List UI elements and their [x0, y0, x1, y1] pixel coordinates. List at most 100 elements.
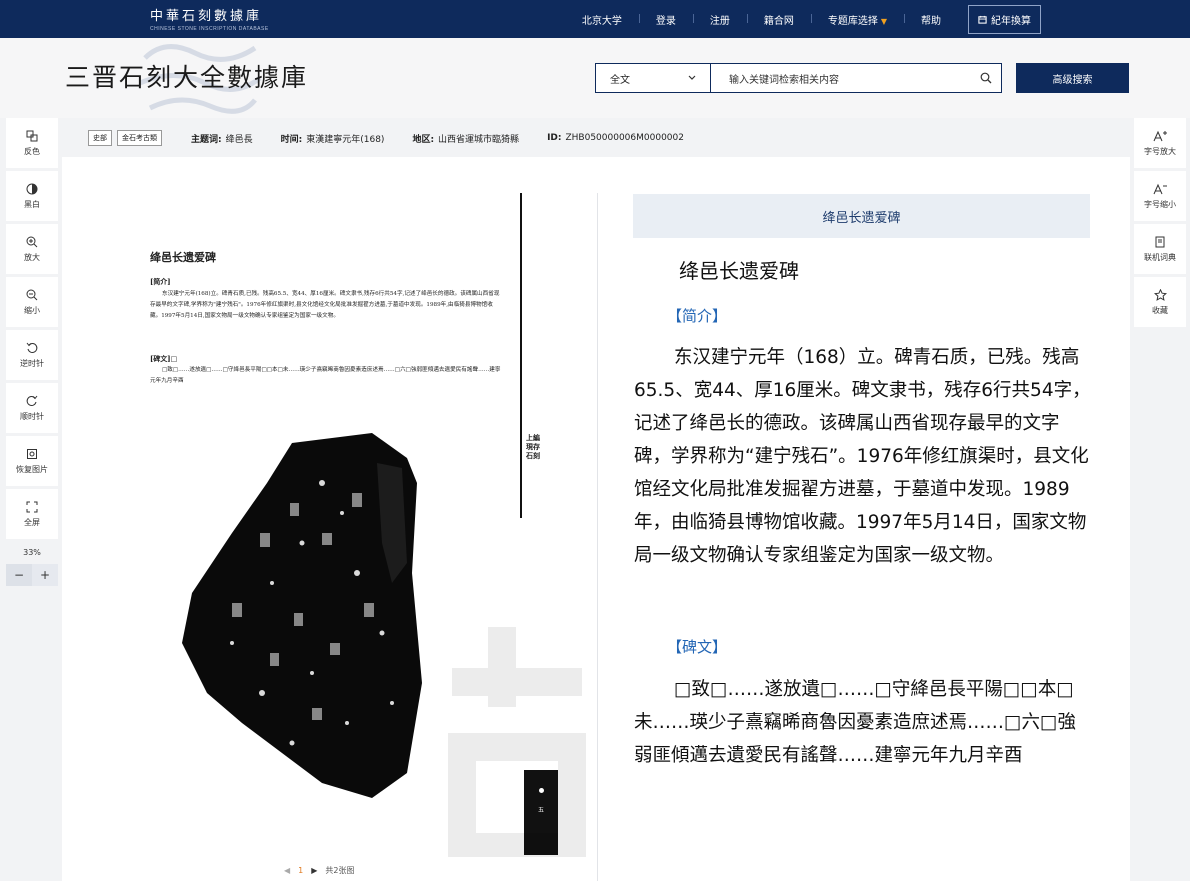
- zoom-in-button[interactable]: 放大: [6, 224, 58, 274]
- zoom-out-label: 缩小: [24, 305, 40, 315]
- rotate-cw-button[interactable]: 顺时针: [6, 383, 58, 433]
- advanced-search-button[interactable]: 高级搜索: [1016, 63, 1129, 93]
- dictionary-label: 联机词典: [1144, 252, 1176, 262]
- time-value: 東漢建寧元年(168): [306, 134, 385, 145]
- fullscreen-icon: [26, 501, 38, 512]
- calendar-convert-button[interactable]: 紀年換算: [968, 4, 1041, 34]
- zoom-in-icon: [26, 236, 38, 247]
- total-pages: 共2张图: [325, 866, 355, 875]
- page-intro-text: 东汉建宁元年(168)立。碑青石质,已残。残高65.5、宽44、厚16厘米。碑文…: [150, 291, 500, 319]
- zoom-minus-button[interactable]: −: [6, 564, 32, 586]
- nav-item-register[interactable]: 注册: [692, 12, 747, 27]
- inscription-heading: 【碑文】: [667, 638, 728, 656]
- nav-item-pku[interactable]: 北京大学: [565, 12, 639, 27]
- restore-image-label: 恢复图片: [16, 464, 48, 474]
- logo-subtext: CHINESE STONE INSCRIPTION DATABASE: [150, 26, 269, 32]
- page-side-label: 上編 現存石刻: [526, 433, 540, 460]
- page-title: 绛邑长遗爱碑: [150, 251, 216, 264]
- subject-field: 主题词: 绛邑長: [191, 132, 253, 145]
- prev-page-icon[interactable]: ◀: [284, 866, 290, 875]
- grayscale-label: 黑白: [24, 199, 40, 209]
- nav-item-jihe[interactable]: 籍合网: [746, 12, 811, 27]
- nav-item-topic-select[interactable]: 专题库选择 ▼: [810, 12, 904, 27]
- zoom-percentage: 33%: [23, 548, 41, 557]
- text-panel-header: 绛邑长遗爱碑: [633, 194, 1090, 238]
- page-inscription-heading: [碑文]□: [150, 354, 178, 363]
- top-nav-bar: 中華石刻數據庫 CHINESE STONE INSCRIPTION DATABA…: [0, 0, 1190, 38]
- restore-image-button[interactable]: 恢复图片: [6, 436, 58, 486]
- dictionary-button[interactable]: 联机词典: [1134, 224, 1186, 274]
- rotate-ccw-button[interactable]: 逆时针: [6, 330, 58, 380]
- inscription-text: □致□……遂放遺□……□守絳邑長平陽□□本□未……瑛少子熹竊晞商魯因憂素造庶述焉…: [634, 679, 1076, 766]
- search-bar: 全文 输入关键词检索相关内容: [595, 63, 1002, 93]
- next-page-icon[interactable]: ▶: [311, 866, 317, 875]
- invert-color-icon: [26, 130, 38, 141]
- calendar-icon: [978, 15, 987, 24]
- page-inscription-text: □致□……遂放遺□……□守絳邑長平陽□□本□未……瑛少子熹竊晞商魯因憂素造庶述焉…: [150, 367, 501, 384]
- stone-rubbing-image: [182, 433, 422, 798]
- content-panel: 绛邑长遗爱碑 [简介] 东汉建宁元年(168)立。碑青石质,已残。残高65.5、…: [62, 157, 1130, 881]
- id-label: ID:: [547, 133, 562, 143]
- region-value: 山西省運城市臨猗縣: [438, 134, 520, 145]
- font-decrease-button[interactable]: 字号缩小: [1134, 171, 1186, 221]
- metadata-bar: 史部 金石考古類 主题词: 绛邑長 时间: 東漢建寧元年(168) 地区: 山西省運城…: [62, 120, 1130, 156]
- invert-color-label: 反色: [24, 146, 40, 156]
- category-tag[interactable]: 史部: [88, 130, 112, 146]
- region-label: 地区:: [412, 134, 435, 145]
- restore-image-icon: [27, 448, 37, 459]
- current-page-number: 1: [298, 866, 304, 875]
- logo-text: 中華石刻數據庫: [150, 9, 263, 24]
- page-intro-heading: [简介]: [150, 277, 171, 286]
- fullscreen-button[interactable]: 全屏: [6, 489, 58, 539]
- chevron-down-icon: [688, 75, 696, 80]
- search-scope-value: 全文: [610, 74, 630, 86]
- favorite-button[interactable]: 收藏: [1134, 277, 1186, 327]
- zoom-stepper: − +: [6, 564, 58, 586]
- star-icon: [1153, 288, 1167, 301]
- fullscreen-label: 全屏: [24, 517, 40, 527]
- grayscale-button[interactable]: 黑白: [6, 171, 58, 221]
- zoom-out-icon: [26, 289, 38, 300]
- site-logo[interactable]: 中華石刻數據庫 CHINESE STONE INSCRIPTION DATABA…: [150, 5, 269, 32]
- page-rule: [520, 193, 522, 518]
- font-decrease-label: 字号缩小: [1144, 199, 1176, 209]
- zoom-in-label: 放大: [24, 252, 40, 262]
- background-watermark-icon: [448, 627, 586, 857]
- search-button[interactable]: [971, 64, 1001, 92]
- rotate-ccw-icon: [26, 342, 38, 353]
- caret-down-icon: ▼: [880, 16, 887, 26]
- topic-select-label: 专题库选择: [827, 15, 878, 27]
- search-scope-select[interactable]: 全文: [596, 64, 711, 92]
- category-tag[interactable]: 金石考古類: [117, 130, 162, 146]
- rotate-ccw-label: 逆时针: [20, 358, 44, 368]
- favorite-label: 收藏: [1152, 305, 1168, 315]
- font-increase-button[interactable]: 字号放大: [1134, 118, 1186, 168]
- intro-text: 东汉建宁元年（168）立。碑青石质，已残。残高65.5、宽44、厚16厘米。碑文…: [634, 347, 1091, 566]
- search-input[interactable]: 输入关键词检索相关内容: [711, 64, 971, 92]
- font-decrease-icon: [1153, 183, 1167, 194]
- time-label: 时间:: [280, 134, 303, 145]
- nav-item-login[interactable]: 登录: [638, 12, 693, 27]
- rotate-cw-label: 顺时针: [20, 411, 44, 421]
- text-panel-title: 绛邑长遗爱碑: [679, 259, 799, 283]
- rotate-cw-icon: [26, 395, 38, 406]
- region-field: 地区: 山西省運城市臨猗縣: [412, 132, 519, 145]
- invert-color-button[interactable]: 反色: [6, 118, 58, 168]
- subject-value[interactable]: 绛邑長: [226, 135, 253, 145]
- font-increase-icon: [1153, 130, 1167, 141]
- time-field: 时间: 東漢建寧元年(168): [281, 132, 385, 145]
- zoom-out-button[interactable]: 缩小: [6, 277, 58, 327]
- intro-heading: 【简介】: [667, 307, 728, 325]
- subject-label: 主题词:: [191, 134, 222, 145]
- database-title: 三晋石刻大全數據庫: [65, 63, 309, 92]
- id-value: ZHB050000006M0000002: [565, 133, 684, 143]
- calendar-convert-label: 紀年換算: [991, 15, 1031, 27]
- page-header: 三晋石刻大全數據庫 全文 输入关键词检索相关内容 高级搜索: [0, 38, 1190, 118]
- id-field: ID: ZHB050000006M0000002: [547, 133, 684, 143]
- zoom-plus-button[interactable]: +: [32, 564, 58, 586]
- nav-menu: 北京大学 登录 注册 籍合网 专题库选择 ▼ 帮助 紀年換算: [565, 0, 1190, 38]
- dictionary-icon: [1155, 236, 1165, 247]
- image-pager: ◀ 1 ▶ 共2张图: [284, 865, 355, 876]
- text-toolbar: 字号放大 字号缩小 联机词典 收藏: [1134, 118, 1186, 330]
- nav-item-help[interactable]: 帮助: [904, 12, 958, 27]
